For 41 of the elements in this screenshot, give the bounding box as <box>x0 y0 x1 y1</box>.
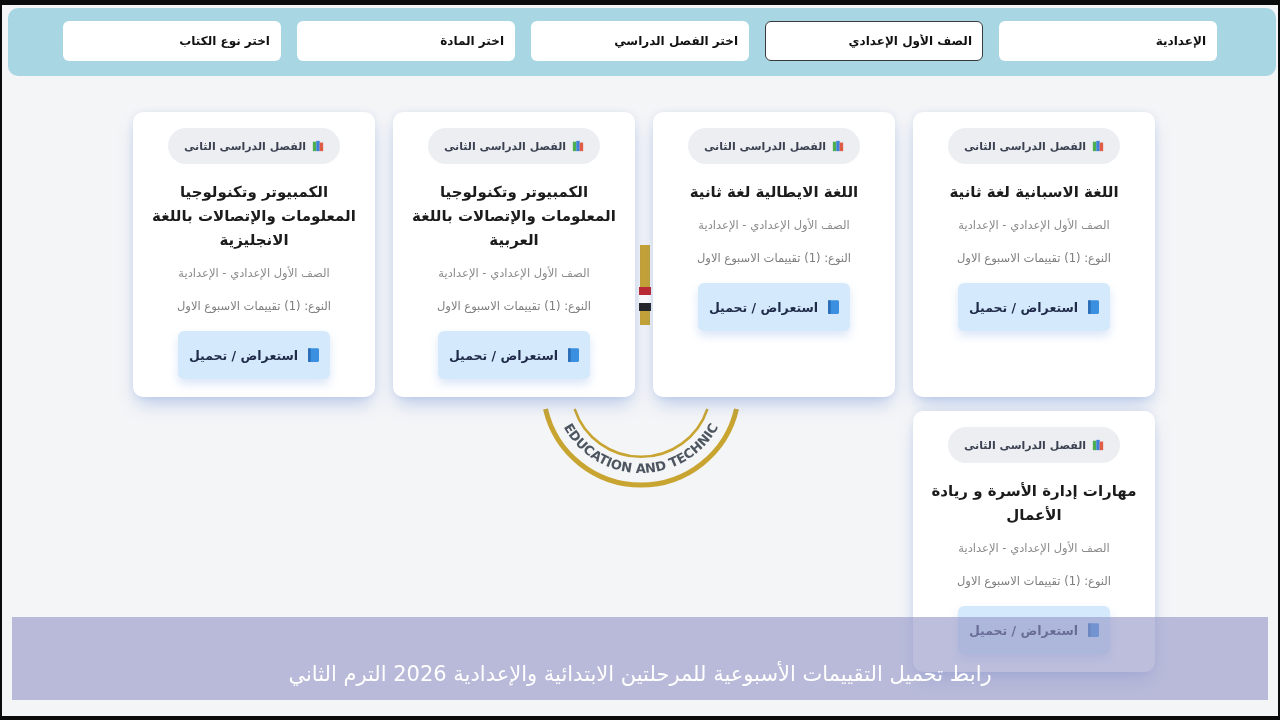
book-icon <box>568 348 580 362</box>
card-title: الكمبيوتر وتكنولوجيا المعلومات والإتصالات باللغة العربية <box>411 182 617 251</box>
view-download-button[interactable]: استعراض / تحميل <box>698 283 850 331</box>
card-title: الكمبيوتر وتكنولوجيا المعلومات والإتصالات باللغة الانجليزية <box>151 182 357 251</box>
select-field[interactable]: الصف الأول الإعدادي <box>765 21 983 61</box>
term-label: الفصل الدراسى الثانى <box>963 438 1087 452</box>
card-title: اللغة الايطالية لغة ثانية <box>689 182 859 203</box>
type-text: النوع: (1) تقييمات الاسبوع الاول <box>437 298 592 315</box>
type-text: النوع: (1) تقييمات الاسبوع الاول <box>697 250 852 267</box>
card-title: اللغة الاسبانية لغة ثانية <box>949 182 1119 203</box>
card-title: مهارات إدارة الأسرة و ريادة الأعمال <box>930 481 1138 526</box>
select-field[interactable]: اختر نوع الكتاب <box>63 21 281 61</box>
flag-icon <box>639 245 651 325</box>
books-icon <box>312 140 325 152</box>
view-download-button[interactable]: استعراض / تحميل <box>958 283 1110 331</box>
grade-text: الصف الأول الإعدادي - الإعدادية <box>958 540 1110 557</box>
view-download-button[interactable]: استعراض / تحميل <box>178 331 330 379</box>
select-field[interactable]: الإعدادية <box>999 21 1217 61</box>
type-text: النوع: (1) تقييمات الاسبوع الاول <box>957 250 1112 267</box>
grade-text: الصف الأول الإعدادي - الإعدادية <box>178 265 330 282</box>
term-label: الفصل الدراسى الثانى <box>963 139 1087 153</box>
books-icon <box>572 140 585 152</box>
term-label: الفصل الدراسى الثانى <box>443 139 567 153</box>
select-field[interactable]: اختر المادة <box>297 21 515 61</box>
book-icon <box>308 348 320 362</box>
term-label: الفصل الدراسى الثانى <box>703 139 827 153</box>
books-icon <box>1092 140 1105 152</box>
type-text: النوع: (1) تقييمات الاسبوع الاول <box>957 573 1112 590</box>
grade-text: الصف الأول الإعدادي - الإعدادية <box>958 217 1110 234</box>
books-icon <box>832 140 845 152</box>
book-icon <box>1088 300 1100 314</box>
term-label: الفصل الدراسى الثانى <box>183 139 307 153</box>
book-icon <box>828 300 840 314</box>
grade-text: الصف الأول الإعدادي - الإعدادية <box>698 217 850 234</box>
type-text: النوع: (1) تقييمات الاسبوع الاول <box>177 298 332 315</box>
select-field[interactable]: اختر الفصل الدراسي <box>531 21 749 61</box>
caption-text: رابط تحميل التقييمات الأسبوعية للمرحلتين الابتدائية والإعدادية 2026 الترم الثاني <box>288 662 992 686</box>
grade-text: الصف الأول الإعدادي - الإعدادية <box>438 265 590 282</box>
view-download-button[interactable]: استعراض / تحميل <box>438 331 590 379</box>
books-icon <box>1092 439 1105 451</box>
book-icon <box>1088 623 1100 637</box>
